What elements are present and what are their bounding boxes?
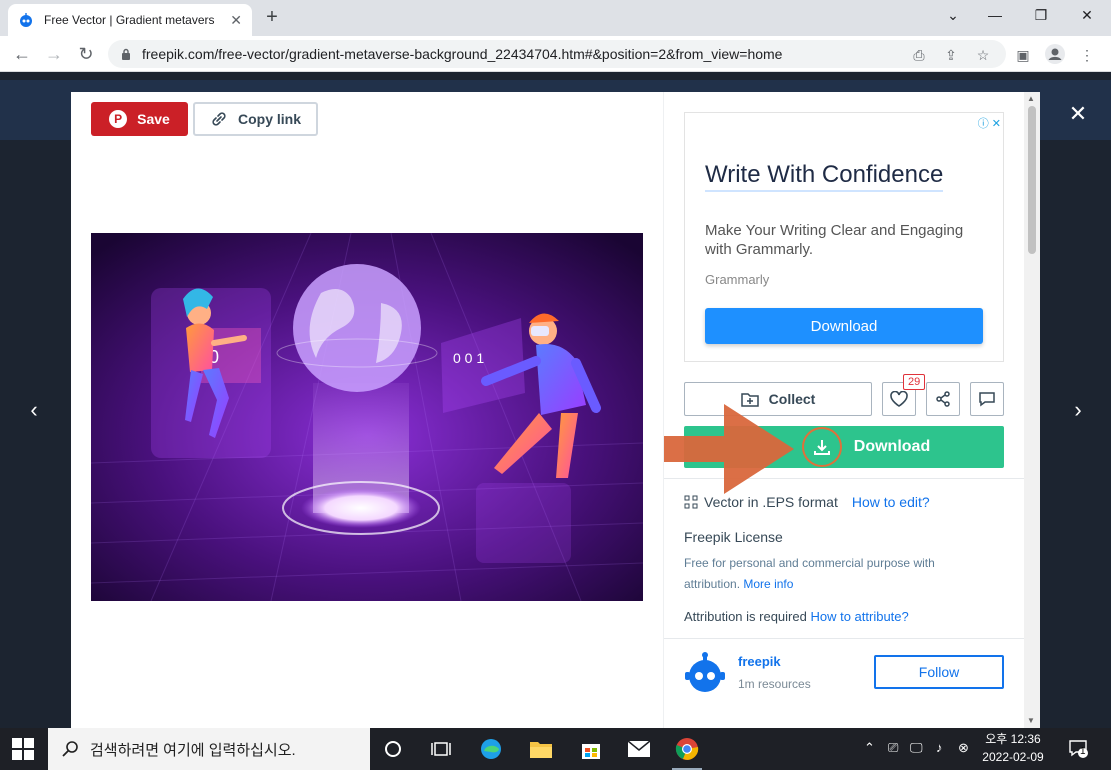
windows-start-icon[interactable]: [12, 738, 34, 760]
menu-kebab-icon[interactable]: ⋮: [1076, 44, 1098, 66]
profile-avatar-icon[interactable]: [1044, 44, 1066, 66]
forward-icon[interactable]: →: [42, 42, 66, 66]
taskbar-search-box[interactable]: 검색하려면 여기에 입력하십시오.: [48, 728, 370, 770]
grammarly-ad[interactable]: ⓘ ✕ Write With Confidence Make Your Writ…: [684, 112, 1004, 362]
vector-icon: [684, 495, 698, 509]
file-format-row: Vector in .EPS format How to edit?: [684, 494, 930, 510]
author-name[interactable]: freepik: [738, 654, 781, 669]
ad-choices-icon[interactable]: ⓘ ✕: [978, 115, 1001, 131]
clock-date: 2022-02-09: [982, 750, 1044, 764]
previous-arrow-icon[interactable]: ‹: [22, 398, 46, 422]
windows-taskbar: 검색하려면 여기에 입력하십시오. ⌃ ⎚ 🖵 ♪ ⊗ 오후 12:36 202…: [0, 728, 1111, 770]
download-icon: [801, 427, 842, 467]
freepik-author-avatar[interactable]: [684, 652, 726, 694]
svg-text:0 0 1: 0 0 1: [453, 350, 484, 366]
task-view-icon[interactable]: [426, 734, 456, 764]
freepik-favicon-icon: [20, 13, 32, 27]
license-text: Free for personal and commercial purpose…: [684, 556, 935, 591]
chrome-icon[interactable]: [672, 734, 702, 770]
author-resources: 1m resources: [738, 677, 811, 691]
scroll-up-icon[interactable]: ▲: [1027, 94, 1035, 103]
file-explorer-icon[interactable]: [526, 734, 556, 764]
side-panel-icon[interactable]: ▣: [1012, 44, 1034, 66]
close-tab-icon[interactable]: ✕: [230, 12, 242, 29]
metaverse-illustration[interactable]: 0 0 0 1: [91, 233, 643, 601]
ime-icon[interactable]: ⊗: [958, 740, 969, 756]
browser-toolbar: ← → ↻ freepik.com/free-vector/gradient-m…: [0, 36, 1111, 72]
tray-overflow-icon[interactable]: ⌃: [864, 740, 875, 756]
restore-button[interactable]: ❐: [1018, 0, 1064, 30]
format-text: Vector in .EPS format: [704, 494, 838, 510]
comment-button[interactable]: [970, 382, 1004, 416]
pinterest-icon: P: [109, 110, 128, 128]
follow-button[interactable]: Follow: [874, 655, 1004, 689]
tab-search-icon[interactable]: ⌄: [930, 0, 976, 30]
lock-icon: [122, 48, 130, 60]
scroll-down-icon[interactable]: ▼: [1027, 716, 1035, 725]
license-title: Freepik License: [684, 529, 783, 545]
new-tab-button[interactable]: +: [260, 6, 284, 29]
link-icon: [212, 112, 226, 126]
copy-link-button[interactable]: Copy link: [193, 102, 318, 136]
address-bar[interactable]: freepik.com/free-vector/gradient-metaver…: [108, 40, 1006, 68]
ad-download-button[interactable]: Download: [705, 308, 983, 344]
next-arrow-icon[interactable]: ›: [1066, 398, 1090, 422]
reload-icon[interactable]: ↻: [74, 42, 98, 66]
minimize-button[interactable]: —: [972, 0, 1018, 30]
like-count-badge: 29: [903, 374, 926, 390]
mail-icon[interactable]: [624, 734, 654, 764]
cortana-icon[interactable]: [378, 734, 408, 764]
meet-now-icon[interactable]: ⎚: [888, 740, 898, 756]
license-description: Free for personal and commercial purpose…: [684, 553, 974, 595]
more-info-link[interactable]: More info: [743, 577, 793, 591]
attribution-row: Attribution is required How to attribute…: [684, 609, 909, 624]
volume-icon[interactable]: ♪: [936, 740, 943, 755]
close-modal-icon[interactable]: ✕: [1066, 102, 1090, 126]
save-label: Save: [137, 111, 170, 127]
ad-body: Make Your Writing Clear and Engaging wit…: [705, 222, 964, 258]
how-to-edit-link[interactable]: How to edit?: [852, 494, 930, 510]
translate-icon[interactable]: ⎙: [908, 44, 930, 66]
modal-scrollbar[interactable]: ▲ ▼: [1024, 92, 1040, 728]
browser-tab[interactable]: Free Vector | Gradient metavers ✕: [8, 4, 252, 36]
network-icon[interactable]: 🖵: [910, 740, 923, 756]
edge-icon[interactable]: [476, 734, 506, 764]
copy-link-label: Copy link: [237, 111, 301, 127]
taskbar-clock[interactable]: 오후 12:36 2022-02-09: [978, 730, 1048, 766]
tab-strip: Free Vector | Gradient metavers ✕ + ⌄ — …: [0, 0, 1111, 36]
notifications-icon[interactable]: 1: [1068, 738, 1088, 761]
share-nodes-icon: [936, 391, 950, 407]
resource-modal: P Save Copy link 0 0 0 1 ⓘ ✕ Write With …: [71, 92, 1040, 728]
how-to-attribute-link[interactable]: How to attribute?: [810, 609, 908, 624]
scroll-thumb[interactable]: [1028, 106, 1036, 254]
preview-pane: P Save Copy link 0 0 0 1: [71, 92, 663, 728]
comment-icon: [979, 392, 995, 407]
attribution-text: Attribution is required: [684, 609, 807, 624]
back-icon[interactable]: ←: [10, 42, 34, 66]
notification-count: 1: [1080, 746, 1086, 757]
download-label: Download: [853, 438, 931, 455]
close-window-button[interactable]: ✕: [1064, 0, 1110, 30]
pinterest-save-button[interactable]: P Save: [91, 102, 188, 136]
bookmark-star-icon[interactable]: ☆: [972, 44, 994, 66]
share-button[interactable]: [926, 382, 960, 416]
search-placeholder: 검색하려면 여기에 입력하십시오.: [90, 741, 296, 759]
search-icon: [62, 741, 78, 757]
tab-title: Free Vector | Gradient metavers: [44, 13, 215, 27]
url-text: freepik.com/free-vector/gradient-metaver…: [142, 46, 783, 62]
ad-headline: Write With Confidence: [705, 161, 944, 192]
store-icon[interactable]: [576, 734, 606, 764]
clock-time: 오후 12:36: [985, 732, 1041, 746]
share-icon[interactable]: ⇪: [940, 44, 962, 66]
ad-brand: Grammarly: [705, 272, 770, 287]
heart-icon: [890, 391, 908, 407]
annotation-arrow-icon: [664, 404, 794, 494]
